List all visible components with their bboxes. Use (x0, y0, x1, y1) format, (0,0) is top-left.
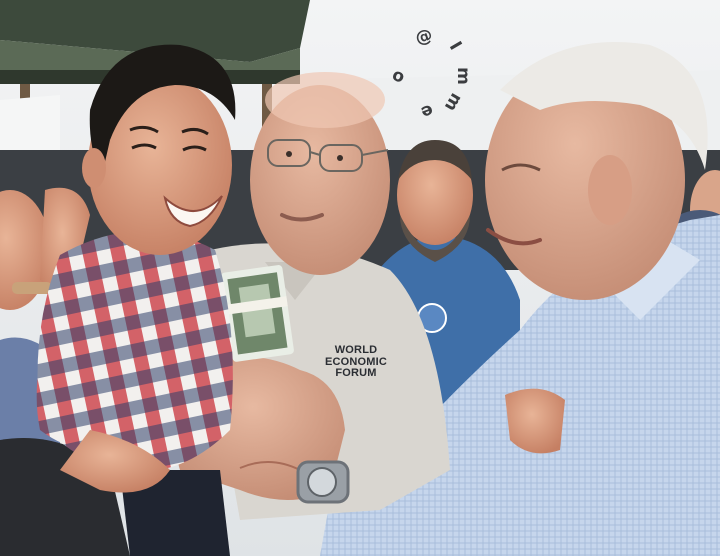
photograph (0, 0, 720, 556)
